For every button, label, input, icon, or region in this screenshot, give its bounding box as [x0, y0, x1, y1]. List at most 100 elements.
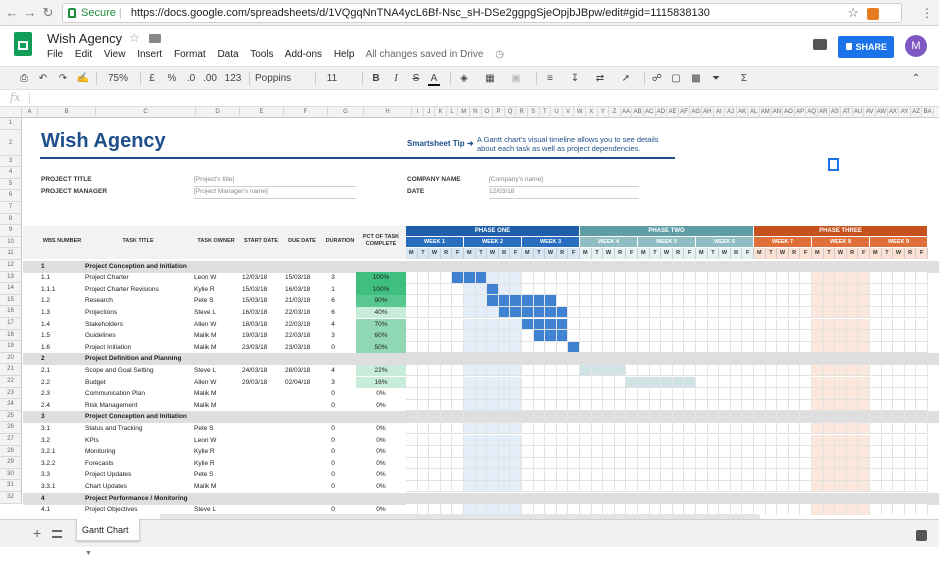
gantt-cell[interactable] [777, 504, 789, 515]
gantt-cell[interactable] [846, 318, 859, 331]
gantt-cell[interactable] [684, 341, 696, 354]
row-header-21[interactable]: 21 [0, 364, 22, 376]
gantt-cell[interactable] [777, 480, 789, 493]
gantt-cell[interactable] [696, 306, 708, 319]
gantt-cell[interactable] [626, 353, 638, 365]
gantt-cell[interactable] [464, 469, 476, 481]
gantt-cell[interactable] [440, 388, 453, 400]
gantt-cell[interactable] [475, 260, 488, 273]
gantt-cell[interactable] [696, 480, 708, 493]
day-header[interactable]: T [533, 248, 546, 259]
gantt-cell[interactable] [881, 318, 894, 331]
gantt-cell[interactable] [742, 353, 754, 365]
gantt-cell[interactable] [603, 434, 615, 447]
gantt-cell[interactable] [742, 295, 754, 307]
gantt-cell[interactable] [812, 353, 824, 365]
wrap-icon[interactable]: ⇄ [594, 71, 606, 86]
gantt-cell[interactable] [487, 376, 499, 389]
day-header[interactable]: M [638, 248, 650, 259]
gantt-cell[interactable] [498, 260, 511, 273]
gantt-cell[interactable] [464, 422, 476, 435]
row-header-6[interactable]: 6 [0, 190, 22, 202]
align-icon[interactable]: ≡ [544, 71, 556, 86]
gantt-cell[interactable] [858, 492, 870, 505]
gantt-cell[interactable] [603, 411, 615, 423]
cell-wbs[interactable]: 3 [41, 411, 81, 423]
gantt-cell[interactable] [904, 306, 917, 319]
row-header-18[interactable]: 18 [0, 329, 22, 342]
gantt-cell[interactable] [765, 341, 778, 354]
day-header[interactable]: W [777, 248, 789, 259]
gantt-cell[interactable] [580, 295, 592, 307]
gantt-cell[interactable] [440, 341, 453, 354]
gantt-cell[interactable] [707, 492, 720, 505]
column-header-d[interactable]: D [196, 107, 240, 118]
section-row[interactable]: 2 Project Definition and Planning [23, 353, 939, 366]
gantt-cell[interactable] [440, 480, 453, 493]
gantt-cell[interactable] [696, 318, 708, 331]
gantt-cell[interactable] [545, 480, 557, 493]
gantt-cell[interactable] [417, 388, 430, 400]
cell-task-title[interactable]: Project Performance / Monitoring [85, 493, 215, 505]
gantt-cell[interactable] [661, 492, 673, 505]
gantt-cell[interactable] [580, 364, 592, 377]
gantt-cell[interactable] [893, 434, 905, 447]
gantt-cell[interactable] [904, 376, 917, 389]
column-header-an[interactable]: AN [772, 107, 784, 118]
tip-text[interactable]: A Gantt chart's visual timeline allows y… [477, 135, 677, 153]
gantt-cell[interactable] [591, 376, 604, 389]
cell-pct-complete[interactable]: 0% [356, 423, 406, 435]
gantt-cell[interactable] [823, 295, 836, 307]
gantt-cell[interactable] [672, 388, 685, 400]
gantt-cell[interactable] [406, 341, 418, 354]
gantt-cell[interactable] [591, 306, 604, 319]
gantt-cell[interactable] [568, 399, 580, 412]
day-header[interactable]: R [440, 248, 453, 259]
cell-owner[interactable]: Steve L [194, 365, 238, 377]
gantt-cell[interactable] [487, 434, 499, 447]
gantt-cell[interactable] [835, 504, 847, 515]
gantt-cell[interactable] [696, 353, 708, 365]
gantt-cell[interactable] [684, 260, 696, 273]
column-header-ap[interactable]: AP [795, 107, 807, 118]
gantt-cell[interactable] [672, 399, 685, 412]
gantt-cell[interactable] [800, 330, 812, 342]
gantt-cell[interactable] [475, 399, 488, 412]
column-header-af[interactable]: AF [679, 107, 691, 118]
cell-pct-complete[interactable]: 0% [356, 435, 406, 447]
cell-owner[interactable]: Kylie R [194, 446, 238, 458]
column-header-k[interactable]: K [435, 107, 447, 118]
gantt-cell[interactable] [510, 260, 522, 273]
cell-pct-complete[interactable]: 40% [356, 306, 406, 319]
gantt-cell[interactable] [533, 376, 546, 389]
gantt-cell[interactable] [638, 295, 650, 307]
week-6[interactable]: WEEK 6 [696, 237, 753, 247]
gantt-cell[interactable] [742, 341, 754, 354]
gantt-cell[interactable] [707, 422, 720, 435]
tab-gantt-chart[interactable]: Gantt Chart ▼ [76, 519, 140, 557]
gantt-cell[interactable] [417, 306, 430, 319]
gantt-cell[interactable] [649, 364, 662, 377]
borders-icon[interactable]: ▦ [484, 71, 496, 86]
gantt-cell[interactable] [406, 306, 418, 319]
menu-help[interactable]: Help [334, 49, 355, 60]
gantt-cell[interactable] [881, 388, 894, 400]
gantt-cell[interactable] [556, 457, 569, 470]
gantt-cell[interactable] [893, 422, 905, 435]
table-row[interactable]: 3.3 Project Updates Pete S 0 0% [23, 469, 939, 481]
document-title[interactable]: Wish Agency [47, 31, 122, 46]
cell-wbs[interactable]: 3.1 [41, 423, 81, 435]
gantt-cell[interactable] [696, 283, 708, 296]
gantt-cell[interactable] [904, 434, 917, 447]
gantt-cell[interactable] [672, 434, 685, 447]
gantt-cell[interactable] [487, 388, 499, 400]
gantt-cell[interactable] [510, 480, 522, 493]
day-header[interactable]: F [510, 248, 522, 259]
gantt-cell[interactable] [464, 376, 476, 389]
gantt-cell[interactable] [464, 480, 476, 493]
column-header-v[interactable]: V [563, 107, 575, 118]
gantt-cell[interactable] [742, 411, 754, 423]
gantt-cell[interactable] [788, 295, 801, 307]
gantt-cell[interactable] [649, 388, 662, 400]
gantt-cell[interactable] [742, 330, 754, 342]
